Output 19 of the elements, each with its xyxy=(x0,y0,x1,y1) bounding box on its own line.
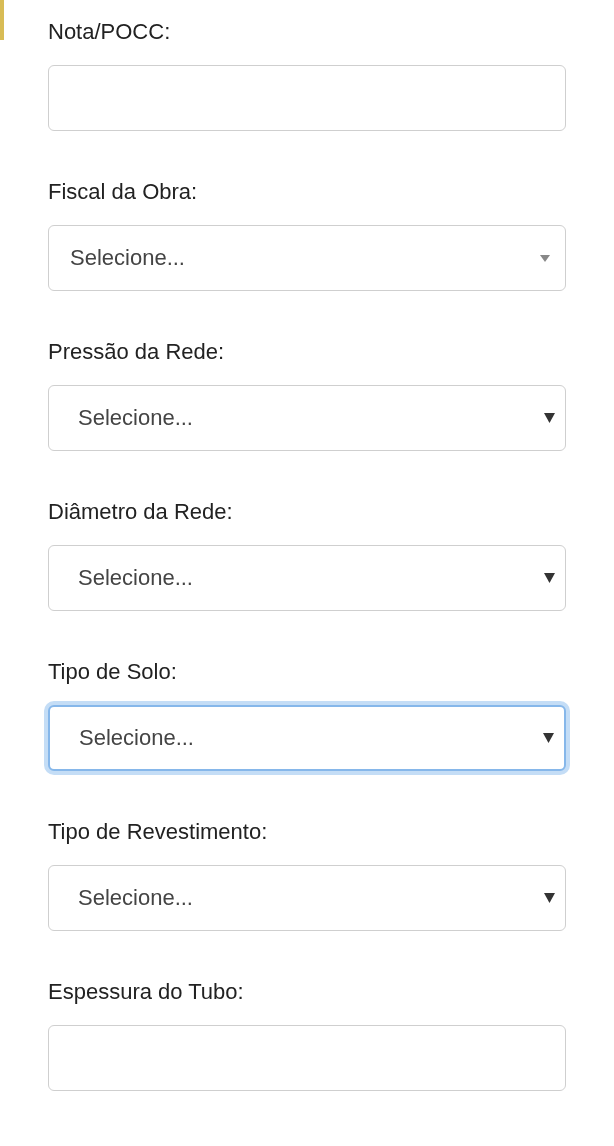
select-field[interactable]: Selecione... xyxy=(48,385,566,451)
field-label: Diâmetro da Rede: xyxy=(48,498,233,526)
field-label: Fiscal da Obra: xyxy=(48,178,198,206)
select-field[interactable]: Selecione... xyxy=(48,865,566,931)
caret-icon xyxy=(544,413,555,423)
select-field[interactable]: Selecione... xyxy=(48,545,566,611)
accent-bar xyxy=(0,0,4,40)
field-label: Nota/POCC: xyxy=(48,18,171,46)
field-label: Espessura do Tubo: xyxy=(48,978,244,1006)
caret-icon xyxy=(543,733,554,743)
field-label: Tipo de Solo: xyxy=(48,658,177,686)
input-field[interactable] xyxy=(48,1025,566,1091)
select-field[interactable]: Selecione... xyxy=(48,225,566,291)
caret-icon xyxy=(544,893,555,903)
caret-icon xyxy=(544,573,555,583)
input-field[interactable] xyxy=(48,65,566,131)
field-label: Tipo de Revestimento: xyxy=(48,818,268,846)
field-label: Pressão da Rede: xyxy=(48,338,225,366)
caret-icon xyxy=(540,254,550,262)
